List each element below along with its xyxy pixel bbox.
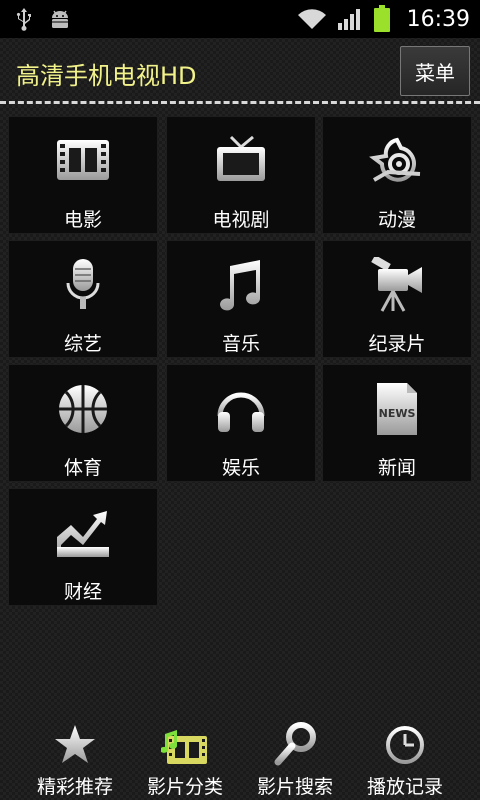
category-tile-documentary[interactable]: 纪录片: [322, 240, 472, 358]
category-label: 纪录片: [368, 333, 426, 355]
category-label: 电影: [63, 209, 102, 231]
tv-icon: [211, 131, 271, 191]
film-music-icon: [161, 722, 209, 766]
film-icon: [53, 131, 113, 191]
category-label: 电视剧: [212, 209, 270, 231]
usb-icon: [14, 7, 34, 31]
category-tile-news[interactable]: NEWS 新闻: [322, 364, 472, 482]
search-icon: [273, 722, 317, 766]
tab-recommended[interactable]: 精彩推荐: [20, 712, 130, 800]
category-tile-entertainment[interactable]: 娱乐: [166, 364, 316, 482]
star-icon: [53, 722, 97, 766]
news-icon: NEWS: [367, 379, 427, 439]
category-tile-finance[interactable]: 财经: [8, 488, 158, 606]
category-label: 综艺: [63, 333, 102, 355]
category-label: 财经: [63, 581, 102, 603]
tab-search[interactable]: 影片搜索: [240, 712, 350, 800]
tab-history[interactable]: 播放记录: [350, 712, 460, 800]
tab-categories[interactable]: 影片分类: [130, 712, 240, 800]
tab-label: 精彩推荐: [36, 776, 113, 798]
android-debug-icon: [48, 8, 72, 30]
battery-icon: [373, 5, 391, 33]
app-title: 高清手机电视HD: [16, 62, 197, 90]
tab-label: 影片分类: [146, 776, 223, 798]
video-camera-icon: [367, 255, 427, 315]
tab-label: 播放记录: [366, 776, 443, 798]
category-label: 体育: [63, 457, 102, 479]
finance-chart-icon: [53, 503, 113, 563]
category-tile-movie[interactable]: 电影: [8, 116, 158, 234]
music-note-icon: [211, 255, 271, 315]
category-label: 娱乐: [221, 457, 260, 479]
status-bar: 16:39: [0, 0, 480, 38]
category-label: 动漫: [377, 209, 416, 231]
category-tile-anime[interactable]: 动漫: [322, 116, 472, 234]
category-label: 音乐: [221, 333, 260, 355]
headphones-icon: [211, 379, 271, 439]
header-divider: [0, 101, 480, 104]
signal-icon: [337, 7, 363, 31]
microphone-icon: [53, 255, 113, 315]
tab-label: 影片搜索: [256, 776, 333, 798]
category-tile-variety[interactable]: 综艺: [8, 240, 158, 358]
menu-button[interactable]: 菜单: [400, 46, 470, 96]
app-header: 高清手机电视HD 菜单: [0, 38, 480, 104]
clock-icon: [384, 722, 426, 766]
category-tile-music[interactable]: 音乐: [166, 240, 316, 358]
category-label: 新闻: [377, 457, 416, 479]
category-tile-tv-series[interactable]: 电视剧: [166, 116, 316, 234]
basketball-icon: [53, 379, 113, 439]
wifi-icon: [297, 8, 327, 30]
category-tile-sports[interactable]: 体育: [8, 364, 158, 482]
news-icon-text: NEWS: [379, 407, 416, 420]
clock-time: 16:39: [406, 6, 470, 32]
bottom-tab-bar: 精彩推荐 影片分类 影片搜索 播放记录: [0, 712, 480, 800]
anime-icon: [367, 131, 427, 191]
